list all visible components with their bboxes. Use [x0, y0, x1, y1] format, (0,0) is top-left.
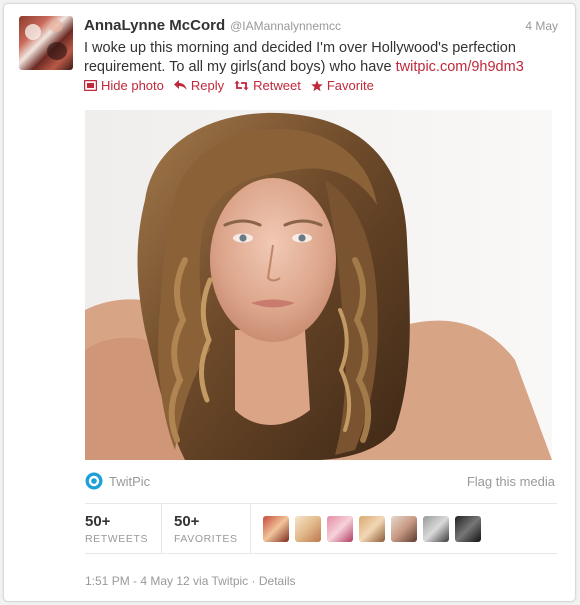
reply-label: Reply: [190, 78, 225, 93]
flag-media-link[interactable]: Flag this media: [467, 474, 555, 489]
retweets-stat[interactable]: 50+ RETWEETS: [85, 513, 148, 545]
favoriter-avatar[interactable]: [263, 516, 289, 542]
stats-bottom-divider: [85, 553, 557, 554]
stats-separator: [161, 504, 162, 554]
stats-top-divider: [85, 503, 557, 504]
reply-arrow-icon: [173, 80, 187, 90]
favorite-button[interactable]: Favorite: [311, 78, 374, 93]
favoriter-avatar[interactable]: [327, 516, 353, 542]
tweet-link[interactable]: twitpic.com/9h9dm3: [396, 59, 524, 75]
hide-photo-label: Hide photo: [101, 78, 164, 93]
media-source-row: TwitPic Flag this media: [85, 472, 555, 492]
favoriter-avatar[interactable]: [359, 516, 385, 542]
portrait-photo: [85, 110, 552, 460]
retweets-label: RETWEETS: [85, 533, 149, 545]
star-icon: [311, 79, 323, 91]
tweet-text: I woke up this morning and decided I'm o…: [84, 39, 558, 77]
tweet-meta: 1:51 PM - 4 May 12 via Twitpic · Details: [85, 574, 296, 588]
hide-photo-button[interactable]: Hide photo: [84, 78, 164, 93]
twitpic-logo-icon: [85, 472, 103, 490]
tweet-actions: Hide photo Reply Retweet Favorite: [84, 78, 374, 93]
favoriter-avatar[interactable]: [423, 516, 449, 542]
favoriter-avatar[interactable]: [295, 516, 321, 542]
tweet-username[interactable]: @IAMannalynnemcc: [230, 19, 341, 33]
retweet-label: Retweet: [253, 78, 301, 93]
retweet-button[interactable]: Retweet: [234, 78, 301, 93]
tweet-card: AnnaLynne McCord @IAMannalynnemcc 4 May I…: [3, 3, 576, 602]
favoriter-avatar[interactable]: [455, 516, 481, 542]
media-source-label[interactable]: TwitPic: [109, 474, 150, 489]
details-link[interactable]: Details: [259, 574, 296, 588]
favoriter-avatar[interactable]: [391, 516, 417, 542]
meta-separator: ·: [248, 574, 259, 588]
photo-icon: [84, 80, 97, 91]
retweet-icon: [234, 80, 249, 91]
favorites-stat[interactable]: 50+ FAVORITES: [174, 513, 238, 545]
tweet-photo[interactable]: [85, 110, 552, 460]
avatar[interactable]: [19, 16, 73, 70]
tweet-date[interactable]: 4 May: [525, 19, 558, 33]
favorites-count: 50+: [174, 513, 200, 530]
favorite-label: Favorite: [326, 78, 374, 93]
stats-separator: [250, 504, 251, 554]
tweet-timestamp[interactable]: 1:51 PM - 4 May 12 via Twitpic: [85, 574, 248, 588]
favoriter-avatars: [263, 516, 481, 542]
favorites-label: FAVORITES: [174, 533, 238, 545]
tweet-fullname[interactable]: AnnaLynne McCord: [84, 17, 225, 34]
retweets-count: 50+: [85, 513, 111, 530]
tweet-header: AnnaLynne McCord @IAMannalynnemcc 4 May: [84, 17, 558, 37]
reply-button[interactable]: Reply: [173, 78, 225, 93]
